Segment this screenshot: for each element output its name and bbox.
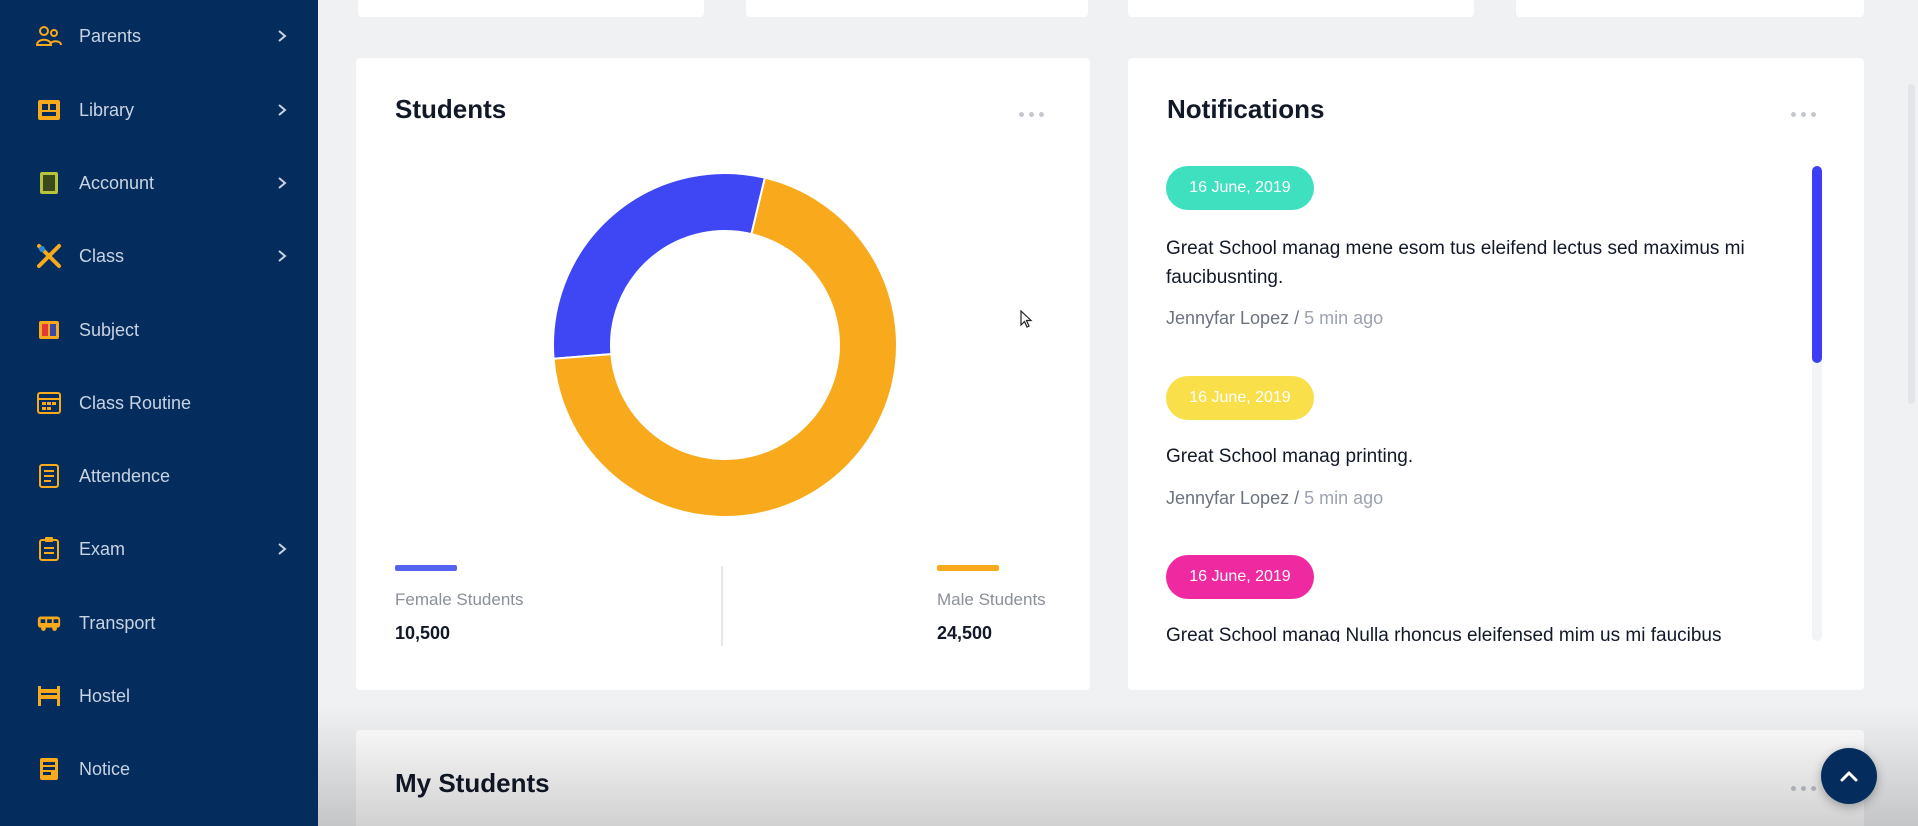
notification-author: Jennyfar Lopez [1166, 488, 1290, 508]
notification-meta: Jennyfar Lopez / 5 min ago [1166, 488, 1384, 508]
subject-icon [36, 317, 62, 343]
male-students-label: Male Students [937, 590, 1046, 609]
hostel-icon [36, 683, 62, 709]
sidebar-item-label: Hostel [79, 685, 131, 706]
page-scrollbar-thumb[interactable] [1908, 84, 1915, 404]
notification-time: 5 min ago [1304, 488, 1384, 508]
chevron-right-icon [278, 250, 287, 262]
sidebar-item-class-routine[interactable]: Class Routine [0, 373, 318, 433]
male-students-value: 24,500 [937, 623, 993, 643]
sidebar-item-label: Library [79, 99, 135, 120]
sidebar-item-parents[interactable]: Parents [0, 6, 318, 66]
sidebar-item-subject[interactable]: Subject [0, 300, 318, 360]
stat-card [1128, 0, 1474, 17]
students-donut-chart [552, 172, 898, 518]
notification-text: Great School manag printing. [1166, 446, 1414, 467]
my-students-card-menu-icon[interactable] [1791, 786, 1816, 791]
female-students-slice[interactable] [552, 172, 767, 360]
stat-card [746, 0, 1088, 17]
sidebar-item-transport[interactable]: Transport [0, 593, 318, 653]
sidebar-item-label: Exam [79, 538, 126, 559]
sidebar-item-library[interactable]: Library [0, 80, 318, 140]
sidebar-item-label: Transport [79, 612, 156, 633]
transport-icon [36, 610, 62, 636]
class-icon [36, 243, 62, 269]
stat-card [358, 0, 704, 17]
sidebar-item-label: Notice [79, 758, 131, 779]
notification-date-badge: 16 June, 2019 [1166, 555, 1314, 599]
notification-text: Great School manag Nulla rhoncus eleifen… [1166, 625, 1722, 642]
sidebar-item-label: Class [79, 245, 125, 266]
legend-divider [721, 566, 723, 646]
notification-item[interactable]: 16 June, 2019 Great School manag printin… [1166, 376, 1806, 516]
notice-icon [36, 756, 62, 782]
chevron-up-icon [1840, 771, 1858, 782]
female-students-label: Female Students [395, 590, 524, 609]
exam-icon [36, 536, 62, 562]
chevron-right-icon [278, 104, 287, 116]
library-icon [36, 97, 62, 123]
notification-text: Great School manag mene esom tus eleifen… [1166, 238, 1745, 288]
notifications-list[interactable]: 16 June, 2019 Great School manag mene es… [1166, 162, 1806, 642]
notifications-card-menu-icon[interactable] [1791, 112, 1816, 117]
my-students-card-title: My Students [395, 768, 550, 798]
chevron-right-icon [278, 543, 287, 555]
sidebar-item-label: Subject [79, 319, 140, 340]
notification-item[interactable]: 16 June, 2019 Great School manag Nulla r… [1166, 555, 1806, 642]
notification-meta: Jennyfar Lopez / 5 min ago [1166, 308, 1384, 328]
notification-author: Jennyfar Lopez [1166, 308, 1290, 328]
parents-icon [36, 23, 62, 49]
female-legend-swatch [395, 565, 457, 571]
sidebar-item-label: Class Routine [79, 392, 192, 413]
sidebar-item-notice[interactable]: Notice [0, 739, 318, 799]
female-students-value: 10,500 [395, 623, 451, 643]
sidebar-item-class[interactable]: Class [0, 226, 318, 286]
notification-date-badge: 16 June, 2019 [1166, 376, 1314, 420]
scroll-to-top-button[interactable] [1821, 748, 1877, 804]
chevron-right-icon [278, 177, 287, 189]
account-icon [36, 170, 62, 196]
sidebar-item-hostel[interactable]: Hostel [0, 666, 318, 726]
sidebar: Parents Library Acconunt Class Subject Class … [0, 0, 318, 826]
stat-card [1516, 0, 1864, 17]
sidebar-item-attendence[interactable]: Attendence [0, 446, 318, 506]
notifications-card-title: Notifications [1167, 94, 1325, 124]
my-students-card [356, 730, 1864, 826]
sidebar-item-exam[interactable]: Exam [0, 519, 318, 579]
notification-item[interactable]: 16 June, 2019 Great School manag mene es… [1166, 166, 1806, 336]
notification-time: 5 min ago [1304, 308, 1384, 328]
notifications-scrollbar-thumb[interactable] [1812, 166, 1822, 363]
notification-date-badge: 16 June, 2019 [1166, 166, 1314, 210]
mouse-cursor-icon [1020, 310, 1033, 328]
sidebar-item-label: Acconunt [79, 172, 155, 193]
class-routine-icon [36, 390, 62, 416]
students-card-menu-icon[interactable] [1019, 112, 1044, 117]
sidebar-item-label: Parents [79, 25, 142, 46]
sidebar-item-label: Attendence [79, 465, 171, 486]
chevron-right-icon [278, 30, 287, 42]
students-card-title: Students [395, 94, 507, 124]
sidebar-item-acconunt[interactable]: Acconunt [0, 153, 318, 213]
attendence-icon [36, 463, 62, 489]
male-legend-swatch [937, 565, 999, 571]
